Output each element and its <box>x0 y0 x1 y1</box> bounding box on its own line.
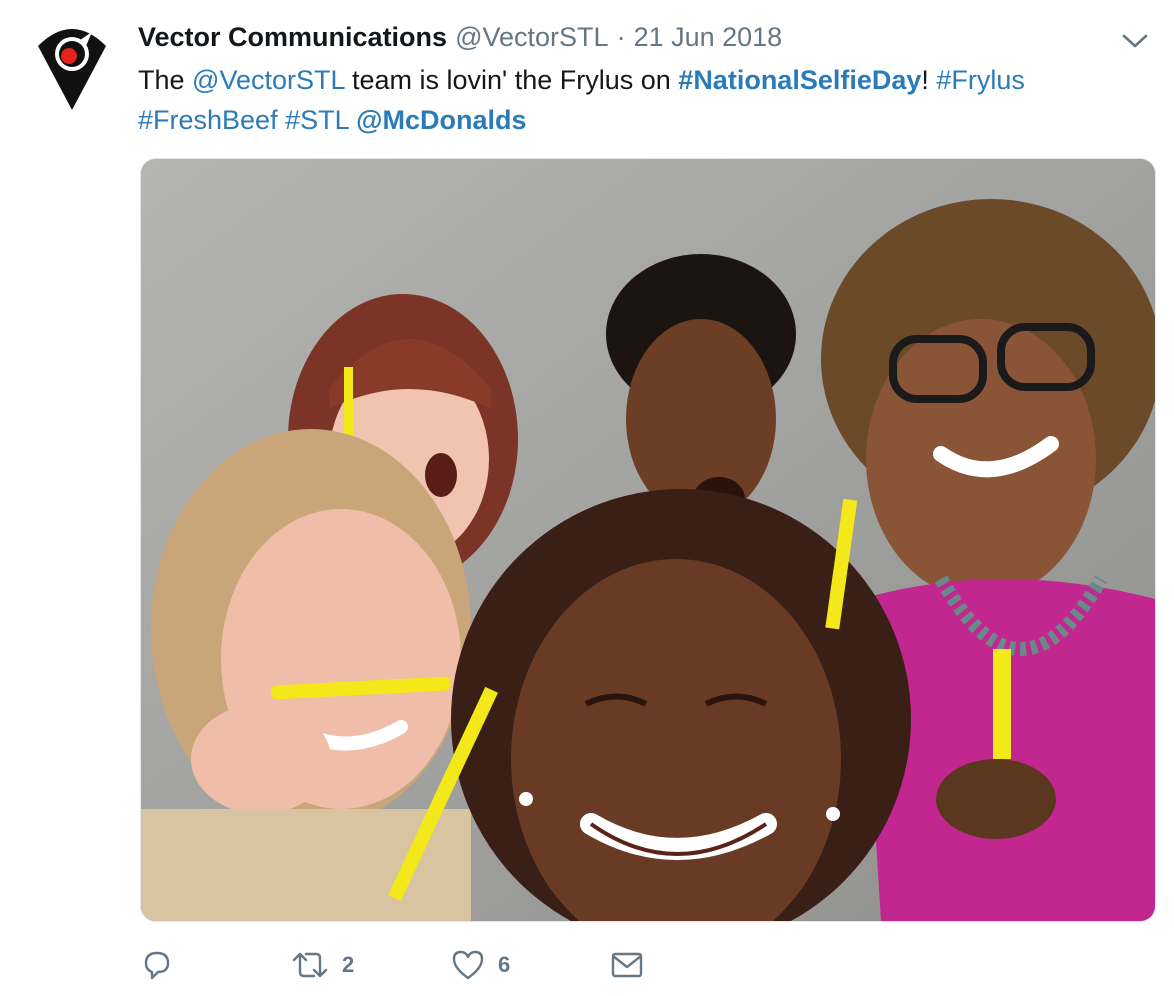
reply-icon <box>144 951 170 980</box>
hashtag-stl-link[interactable]: #STL <box>285 105 349 135</box>
tweet-text-segment <box>278 105 286 135</box>
like-button[interactable]: 6 <box>450 948 610 982</box>
tweet-text: The @VectorSTL team is lovin' the Frylus… <box>138 60 1138 140</box>
tweet-text-segment: ! <box>921 65 937 95</box>
direct-message-button[interactable] <box>610 950 644 980</box>
hashtag-nationalselfieday-link[interactable]: #NationalSelfieDay <box>678 65 921 95</box>
envelope-icon <box>611 952 643 978</box>
tweet-photo[interactable] <box>140 158 1156 922</box>
reply-button[interactable] <box>140 948 290 982</box>
tweet-timestamp[interactable]: 21 Jun 2018 <box>634 22 783 53</box>
more-options-button[interactable] <box>1120 30 1150 52</box>
tweet-text-segment: team is lovin' the Frylus on <box>344 65 679 95</box>
vector-logo-icon <box>38 29 106 110</box>
chevron-down-icon <box>1122 34 1148 48</box>
retweet-button[interactable]: 2 <box>290 948 450 982</box>
user-handle[interactable]: @VectorSTL <box>455 22 608 53</box>
tweet-text-segment: The <box>138 65 193 95</box>
selfie-photo <box>141 159 1155 921</box>
avatar[interactable] <box>36 18 108 114</box>
separator-dot: · <box>616 22 626 52</box>
heart-icon <box>452 950 484 980</box>
mention-mcdonalds-link[interactable]: @McDonalds <box>356 105 526 135</box>
retweet-count: 2 <box>342 952 355 977</box>
mention-vectorstl-link[interactable]: @VectorSTL <box>192 65 344 95</box>
tweet-header: Vector Communications @VectorSTL · 21 Ju… <box>138 22 782 56</box>
hashtag-frylus-link[interactable]: #Frylus <box>936 65 1025 95</box>
hashtag-freshbeef-link[interactable]: #FreshBeef <box>138 105 278 135</box>
tweet-actions: 2 6 <box>140 940 644 990</box>
retweet-icon <box>292 952 328 978</box>
display-name[interactable]: Vector Communications <box>138 22 447 53</box>
like-count: 6 <box>498 952 511 977</box>
